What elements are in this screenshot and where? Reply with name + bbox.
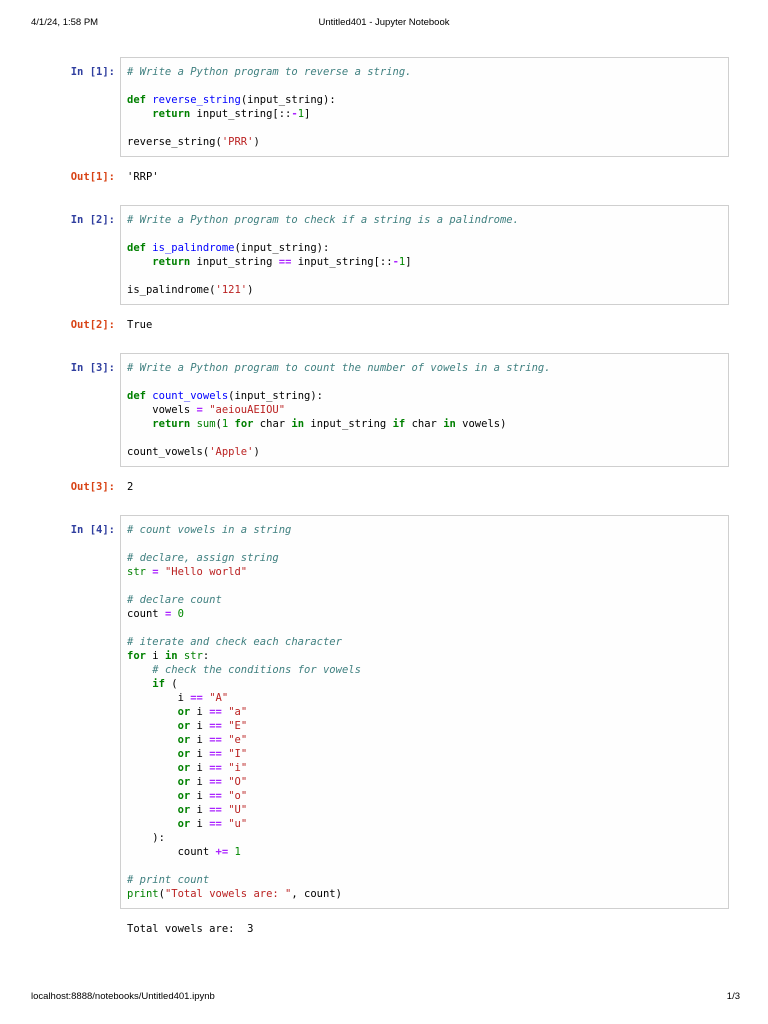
page-title: Untitled401 - Jupyter Notebook	[318, 17, 450, 28]
input-area: # Write a Python program to count the nu…	[120, 353, 729, 467]
code-editor: # Write a Python program to check if a s…	[127, 214, 519, 296]
code-cell: In [3]: # Write a Python program to count…	[0, 353, 768, 467]
output-prompt: Out[1]:	[70, 171, 115, 183]
code-editor: # count vowels in a string # declare, as…	[127, 524, 361, 900]
input-prompt: In [4]:	[70, 524, 115, 536]
source-url: localhost:8888/notebooks/Untitled401.ipy…	[31, 991, 215, 1002]
output-row: Out[2]: True	[0, 318, 768, 332]
input-area: # Write a Python program to reverse a st…	[120, 57, 729, 157]
notebook: In [1]: # Write a Python program to rever…	[0, 57, 768, 957]
output-row: Total vowels are: 3	[0, 922, 768, 936]
output-text: True	[127, 319, 153, 331]
input-area: # count vowels in a string # declare, as…	[120, 515, 729, 909]
output-row: Out[3]: 2	[0, 480, 768, 494]
code-cell: In [4]: # count vowels in a string # decl…	[0, 515, 768, 909]
output-text: 'RRP'	[127, 171, 159, 183]
printed-page: 4/1/24, 1:58 PM Untitled401 - Jupyter No…	[0, 0, 768, 1024]
code-editor: # Write a Python program to count the nu…	[127, 362, 551, 458]
output-prompt: Out[2]:	[70, 319, 115, 331]
input-prompt: In [3]:	[70, 362, 115, 374]
output-prompt: Out[3]:	[70, 481, 115, 493]
output-text: Total vowels are: 3	[127, 923, 254, 935]
output-row: Out[1]: 'RRP'	[0, 170, 768, 184]
code-cell: In [1]: # Write a Python program to rever…	[0, 57, 768, 157]
input-prompt: In [1]:	[70, 66, 115, 78]
output-prompt	[0, 922, 120, 936]
code-cell: In [2]: # Write a Python program to check…	[0, 205, 768, 305]
input-prompt: In [2]:	[70, 214, 115, 226]
output-text: 2	[127, 481, 134, 493]
input-area: # Write a Python program to check if a s…	[120, 205, 729, 305]
code-editor: # Write a Python program to reverse a st…	[127, 66, 412, 148]
page-number: 1/3	[726, 991, 740, 1002]
